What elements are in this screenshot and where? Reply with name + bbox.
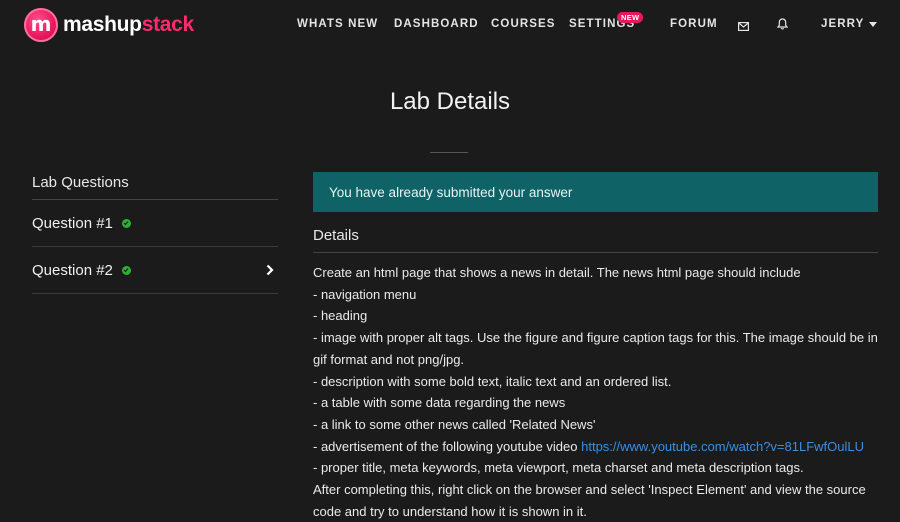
details-heading: Details [313,227,878,253]
user-name: JERRY [821,18,865,30]
desc-line: After completing this, right click on th… [313,482,866,519]
desc-line-video: - advertisement of the following youtube… [313,436,883,458]
sidebar-heading: Lab Questions [32,174,278,200]
chevron-right-icon [266,263,274,280]
nav-forum[interactable]: FORUM [670,18,718,30]
desc-line: - a table with some data regarding the n… [313,395,566,411]
top-navbar: m mashupstack WHATS NEW DASHBOARD COURSE… [0,0,900,50]
logo-mark-icon: m [24,8,58,42]
desc-line: - proper title, meta keywords, meta view… [313,460,804,476]
question-item-2[interactable]: Question #2 [32,247,278,294]
question-item-1[interactable]: Question #1 [32,200,278,247]
check-circle-icon [121,218,131,228]
desc-line: - a link to some other news called 'Rela… [313,416,596,432]
desc-line: Create an html page that shows a news in… [313,265,801,280]
brand-logo[interactable]: m mashupstack [24,8,194,42]
desc-line-text: - advertisement of the following youtube… [313,438,582,454]
youtube-video-link[interactable]: https://www.youtube.com/watch?v=81LFwfOu… [581,439,864,454]
lab-description: Create an html page that shows a news in… [313,262,883,522]
nav-whats-new[interactable]: WHATS NEW [297,18,378,30]
user-menu[interactable]: JERRY [821,18,878,30]
nav-dashboard[interactable]: DASHBOARD [394,18,479,30]
question-label: Question #2 [32,261,113,279]
desc-line: - heading [313,308,368,324]
desc-line: - description with some bold text, itali… [313,373,672,389]
lab-questions-sidebar: Lab Questions Question #1 Question #2 [32,174,278,294]
submitted-alert: You have already submitted your answer [313,172,878,212]
mail-icon[interactable] [738,18,750,36]
desc-line: - image with proper alt tags. Use the fi… [313,330,878,367]
question-label: Question #1 [32,214,113,232]
desc-line: - navigation menu [313,286,417,302]
nav-courses[interactable]: COURSES [491,18,556,30]
title-divider [430,152,468,153]
new-badge: NEW [617,12,644,23]
bell-icon[interactable] [776,17,789,35]
page-title: Lab Details [389,88,511,115]
caret-down-icon [869,21,878,27]
check-circle-icon [121,265,131,275]
logo-text: mashupstack [63,13,194,36]
